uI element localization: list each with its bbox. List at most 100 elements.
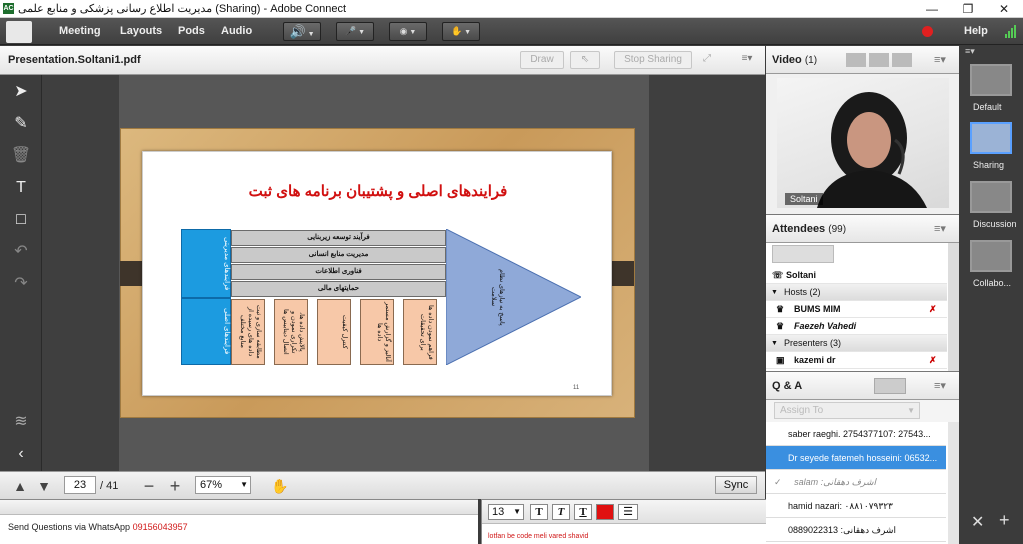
- font-size-value: 13: [492, 506, 505, 518]
- grid-view-icon[interactable]: [846, 53, 866, 67]
- speaker-view-icon[interactable]: [892, 53, 912, 67]
- next-page-icon[interactable]: ▼: [36, 476, 52, 496]
- checkmark-icon: ✓: [774, 477, 782, 487]
- zoom-out-icon[interactable]: −: [140, 476, 158, 496]
- note-text[interactable]: lotfan be code meli vared shavid: [488, 533, 588, 540]
- menu-pods[interactable]: Pods: [178, 18, 205, 45]
- chat-message: Send Questions via WhatsApp 09156043957: [8, 522, 188, 532]
- mic-muted-icon: ✗: [929, 355, 937, 365]
- draw-button[interactable]: Draw: [520, 51, 564, 69]
- layout-thumbnail-sharing[interactable]: [970, 122, 1012, 154]
- slide-page: فرایندهای اصلی و پشتیبان برنامه های ثبت …: [142, 151, 612, 396]
- restore-icon[interactable]: ❐: [950, 0, 986, 18]
- attendee-row[interactable]: ♛ BUMS MIM ✗: [766, 301, 947, 318]
- delete-tool-icon[interactable]: 🗑: [8, 143, 34, 169]
- current-user-row[interactable]: ☏ Soltani: [766, 267, 947, 284]
- title-bar: AC مدیریت اطلاع رسانی پزشکی و منابع علمی…: [0, 0, 1023, 18]
- microphone-button[interactable]: 🎤 ▼: [336, 22, 374, 41]
- text-color-button[interactable]: [596, 504, 614, 520]
- pointer-button[interactable]: ⇖: [570, 51, 600, 69]
- redo-icon[interactable]: ↷: [8, 271, 34, 297]
- font-size-select[interactable]: 13 ▼: [488, 504, 524, 520]
- attendee-row[interactable]: ♛ Faezeh Vahedi: [766, 318, 947, 335]
- sync-button[interactable]: Sync: [715, 476, 757, 494]
- underline-button[interactable]: T: [574, 504, 592, 520]
- speaker-toggle-button[interactable]: 🔊 ▼: [283, 22, 321, 41]
- question-item-answered[interactable]: ✓ اشرف دهقانی: salam: [766, 470, 946, 494]
- fullscreen-icon[interactable]: ⤢: [697, 51, 717, 69]
- hand-tool-icon[interactable]: ✋: [270, 476, 290, 496]
- meeting-logo-icon: [6, 21, 32, 43]
- window-title: مدیریت اطلاع رسانی پزشکی و منابع علمی (S…: [18, 3, 347, 15]
- assign-to-select[interactable]: Assign To ▼: [774, 402, 920, 419]
- menu-help[interactable]: Help: [964, 18, 988, 45]
- layers-icon[interactable]: ≋: [8, 409, 34, 435]
- question-item[interactable]: hamid nazari: ۰۸۸۱۰۷۹۳۲۳: [766, 494, 946, 518]
- layouts-menu-icon[interactable]: ≡▾: [965, 46, 975, 57]
- hosts-label: Hosts (2): [784, 287, 821, 297]
- add-layout-icon[interactable]: +: [999, 510, 1010, 531]
- hosts-section[interactable]: ▼ Hosts (2): [766, 284, 947, 301]
- qa-scrollbar[interactable]: [948, 422, 959, 544]
- pen-tool-icon[interactable]: ✎: [8, 111, 34, 137]
- raise-hand-button[interactable]: ✋ ▼: [442, 22, 480, 41]
- stop-sharing-button[interactable]: Stop Sharing: [614, 51, 692, 69]
- minimize-icon[interactable]: —: [914, 0, 950, 18]
- adobe-connect-window: AC مدیریت اطلاع رسانی پزشکی و منابع علمی…: [0, 0, 1023, 544]
- qa-view-toggle[interactable]: [874, 378, 906, 394]
- layout-thumbnail-discussion[interactable]: [970, 181, 1012, 213]
- shape-tool-icon[interactable]: □: [8, 207, 34, 233]
- current-user-name: Soltani: [786, 270, 817, 280]
- assign-to-placeholder: Assign To: [780, 405, 824, 416]
- zoom-select[interactable]: 67% ▼: [195, 476, 251, 494]
- attendees-menu-icon[interactable]: ≡▾: [934, 215, 946, 243]
- management-process-box: فرایندهای مدیریتی: [181, 229, 231, 298]
- attendees-pod-header: Attendees (99) ≡▾: [766, 215, 959, 243]
- undo-icon[interactable]: ↶: [8, 239, 34, 265]
- question-item[interactable]: 0889022313 :اشرف دهقانی: [766, 518, 946, 542]
- bold-button[interactable]: T: [530, 504, 548, 520]
- select-tool-icon[interactable]: ➤: [8, 79, 34, 105]
- bullet-list-icon[interactable]: ☰: [618, 504, 638, 520]
- chat-pod: Send Questions via WhatsApp 09156043957: [0, 499, 478, 544]
- attendee-row[interactable]: ▣ kazemi dr ✗: [766, 352, 947, 369]
- qa-menu-icon[interactable]: ≡▾: [934, 372, 946, 400]
- menu-meeting[interactable]: Meeting: [59, 18, 101, 45]
- layouts-bar: ≡▾ Default Sharing Discussion Collabo...…: [959, 46, 1023, 544]
- attendees-scrollbar[interactable]: [948, 243, 959, 372]
- chat-phone-number: 09156043957: [132, 522, 188, 532]
- collapse-toolbar-icon[interactable]: ‹: [8, 441, 34, 467]
- attendee-view-toolbar[interactable]: [772, 245, 834, 263]
- layout-thumbnail-collaboration[interactable]: [970, 240, 1012, 272]
- presenters-section[interactable]: ▼ Presenters (3): [766, 335, 947, 352]
- close-layout-icon[interactable]: ✕: [971, 512, 984, 532]
- webcam-button[interactable]: ◉ ▼: [389, 22, 427, 41]
- question-item-selected[interactable]: Dr seyede fatemeh hosseini: 06532...: [766, 446, 946, 470]
- layout-thumbnail-default[interactable]: [970, 64, 1012, 96]
- attendees-count: (99): [828, 224, 847, 235]
- video-name-tag: Soltani: [785, 193, 823, 205]
- prev-page-icon[interactable]: ▲: [12, 476, 28, 496]
- question-item[interactable]: saber raeghi. 2754377107: 27543...: [766, 422, 946, 446]
- presenters-label: Presenters (3): [784, 338, 842, 348]
- chat-format-toolbar: [0, 500, 478, 515]
- outcome-arrow-label: پاسخ به نیازهای نظام سلامت: [490, 268, 505, 326]
- process-column: کنترل کیفیت: [317, 299, 351, 365]
- qa-title: Q & A: [772, 380, 803, 392]
- menu-audio[interactable]: Audio: [221, 18, 252, 45]
- text-tool-icon[interactable]: T: [8, 175, 34, 201]
- record-indicator-icon[interactable]: [922, 26, 933, 37]
- host-icon: ♛: [776, 321, 785, 331]
- page-number-input[interactable]: 23: [64, 476, 96, 494]
- video-pod: Video (1) ≡▾ Soltani: [766, 46, 959, 214]
- italic-button[interactable]: T: [552, 504, 570, 520]
- layout-label: Sharing: [973, 160, 1005, 170]
- close-icon[interactable]: ✕: [986, 0, 1022, 18]
- video-pod-menu-icon[interactable]: ≡▾: [934, 46, 946, 74]
- pod-menu-icon[interactable]: ≡▾: [736, 51, 758, 69]
- filmstrip-view-icon[interactable]: [869, 53, 889, 67]
- chevron-down-icon: ▼: [771, 340, 778, 347]
- presenter-video-image: [817, 92, 927, 208]
- menu-layouts[interactable]: Layouts: [120, 18, 162, 45]
- zoom-in-icon[interactable]: +: [166, 476, 184, 496]
